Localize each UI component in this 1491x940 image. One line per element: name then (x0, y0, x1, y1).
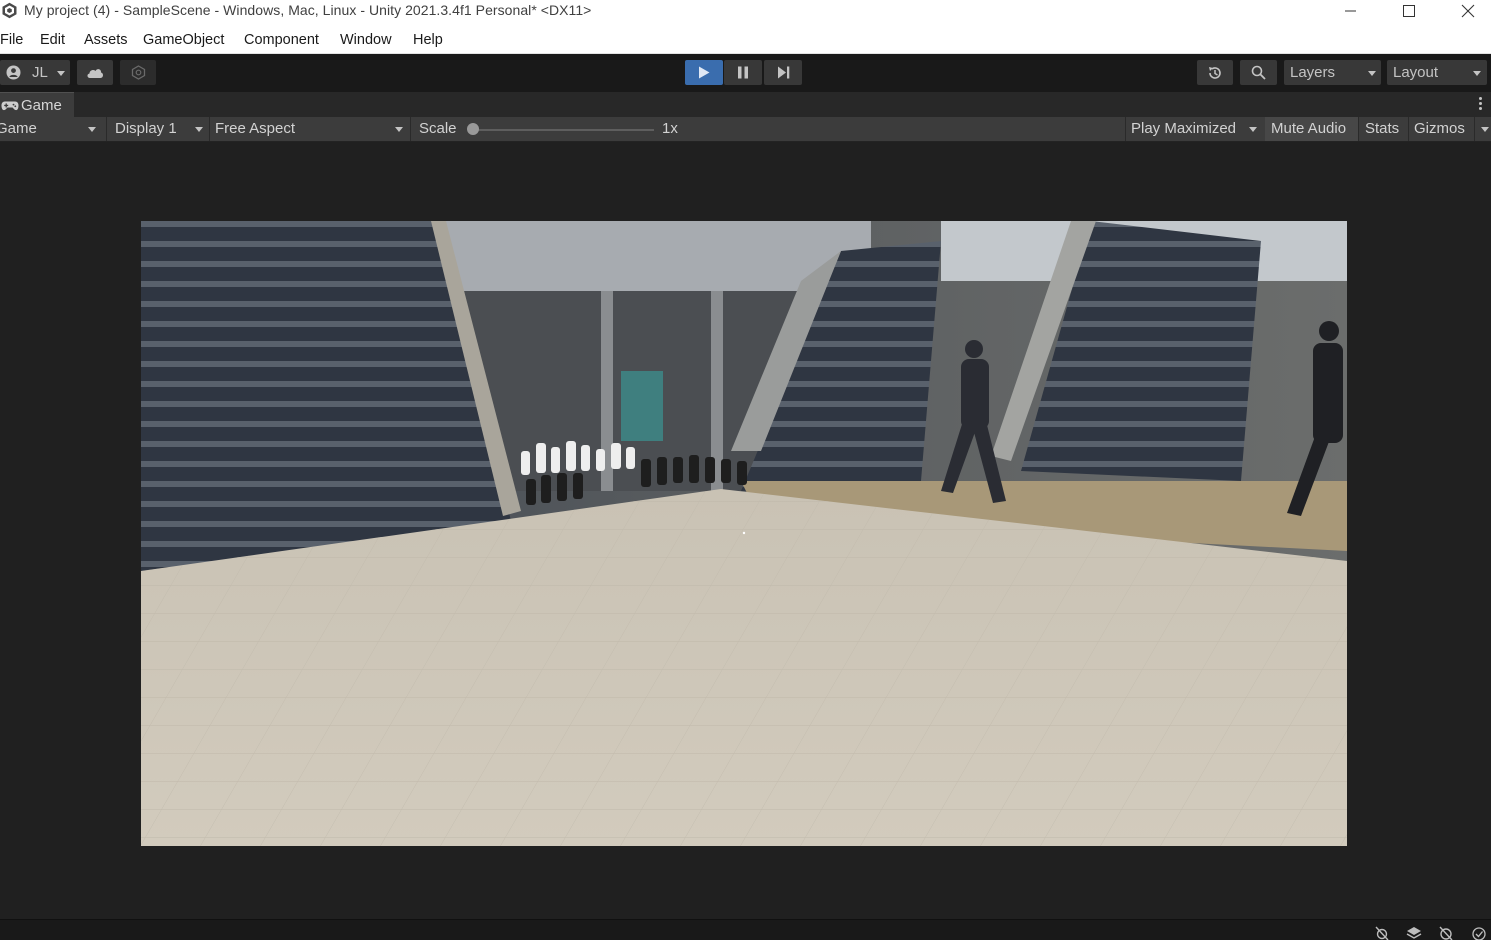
minimize-button[interactable] (1328, 0, 1374, 22)
menu-component[interactable]: Component (244, 32, 319, 48)
close-button[interactable] (1445, 0, 1491, 22)
layers-lock-icon[interactable] (1406, 925, 1422, 940)
search-icon (1251, 65, 1266, 80)
cloud-button[interactable] (77, 60, 113, 85)
game-mode-dropdown[interactable]: Game (0, 117, 104, 141)
scale-slider-handle[interactable] (467, 123, 479, 135)
history-icon (1209, 66, 1221, 79)
play-button[interactable] (685, 60, 723, 85)
game-view-controls: Game Display 1 Free Aspect Scale 1x Play… (0, 117, 1491, 142)
tab-game[interactable]: Game (0, 92, 74, 117)
layers-dropdown[interactable]: Layers (1284, 60, 1381, 85)
chevron-down-icon (1473, 71, 1481, 76)
debug-settings-icon[interactable] (1374, 925, 1390, 940)
chevron-down-icon (395, 127, 403, 132)
gizmos-toggle[interactable]: Gizmos (1414, 117, 1465, 141)
game-tab-bar: Game (0, 92, 1491, 117)
scale-label: Scale (419, 120, 457, 137)
stats-toggle[interactable]: Stats (1365, 117, 1399, 141)
account-dropdown[interactable]: JL (0, 60, 70, 85)
chevron-down-icon (88, 127, 96, 132)
window-title-bar: My project (4) - SampleScene - Windows, … (0, 0, 1491, 22)
aspect-label: Free Aspect (215, 120, 296, 137)
layout-label: Layout (1393, 64, 1439, 81)
chevron-down-icon (57, 71, 65, 76)
collab-button[interactable] (120, 60, 156, 85)
layers-label: Layers (1290, 64, 1336, 81)
play-icon (699, 66, 710, 79)
aspect-dropdown[interactable]: Free Aspect (210, 117, 410, 141)
scene-illustration (141, 221, 1347, 846)
chevron-down-icon (1368, 71, 1376, 76)
window-title: My project (4) - SampleScene - Windows, … (24, 2, 592, 18)
close-icon (1461, 4, 1475, 18)
cloud-icon (87, 68, 104, 78)
play-mode-dropdown[interactable]: Play Maximized (1126, 117, 1264, 141)
display-dropdown[interactable]: Display 1 (107, 117, 209, 141)
collab-icon (131, 65, 145, 80)
menu-assets[interactable]: Assets (84, 32, 128, 48)
divider (410, 117, 411, 141)
divider (1358, 117, 1359, 141)
step-button[interactable] (764, 60, 802, 85)
game-render-image[interactable] (141, 221, 1347, 846)
display-label: Display 1 (115, 120, 177, 137)
menu-window[interactable]: Window (340, 32, 392, 48)
search-button[interactable] (1240, 60, 1277, 85)
scale-value: 1x (662, 120, 678, 137)
menu-file[interactable]: File (0, 32, 23, 48)
divider (1474, 117, 1475, 141)
maximize-icon (1403, 5, 1415, 17)
check-icon[interactable] (1471, 925, 1487, 940)
menu-gameobject[interactable]: GameObject (143, 32, 224, 48)
account-icon (6, 65, 21, 80)
menu-bar: File Edit Assets GameObject Component Wi… (0, 22, 1491, 54)
minimize-icon (1345, 10, 1356, 12)
more-options-icon[interactable] (1479, 97, 1482, 112)
unity-logo-icon (2, 2, 17, 19)
main-toolbar: JL Layers Layout (0, 54, 1491, 92)
auto-generate-off-icon[interactable] (1438, 925, 1454, 940)
chevron-down-icon (195, 127, 203, 132)
menu-help[interactable]: Help (413, 32, 443, 48)
menu-edit[interactable]: Edit (40, 32, 65, 48)
divider (1408, 117, 1409, 141)
gizmos-chevron-down-icon[interactable] (1481, 127, 1489, 132)
status-bar (0, 919, 1491, 940)
undo-history-button[interactable] (1197, 60, 1233, 85)
tab-game-label: Game (21, 97, 62, 114)
mute-audio-toggle[interactable]: Mute Audio (1271, 117, 1346, 141)
layout-dropdown[interactable]: Layout (1387, 60, 1487, 85)
play-mode-label: Play Maximized (1131, 120, 1237, 137)
gamepad-icon (1, 101, 19, 111)
pause-button[interactable] (724, 60, 762, 85)
account-label: JL (32, 64, 48, 81)
step-icon (777, 66, 789, 79)
scale-slider-track[interactable] (473, 129, 654, 131)
pause-icon (738, 66, 748, 79)
chevron-down-icon (1249, 127, 1257, 132)
game-mode-label: Game (0, 120, 37, 137)
maximize-button[interactable] (1386, 0, 1432, 22)
